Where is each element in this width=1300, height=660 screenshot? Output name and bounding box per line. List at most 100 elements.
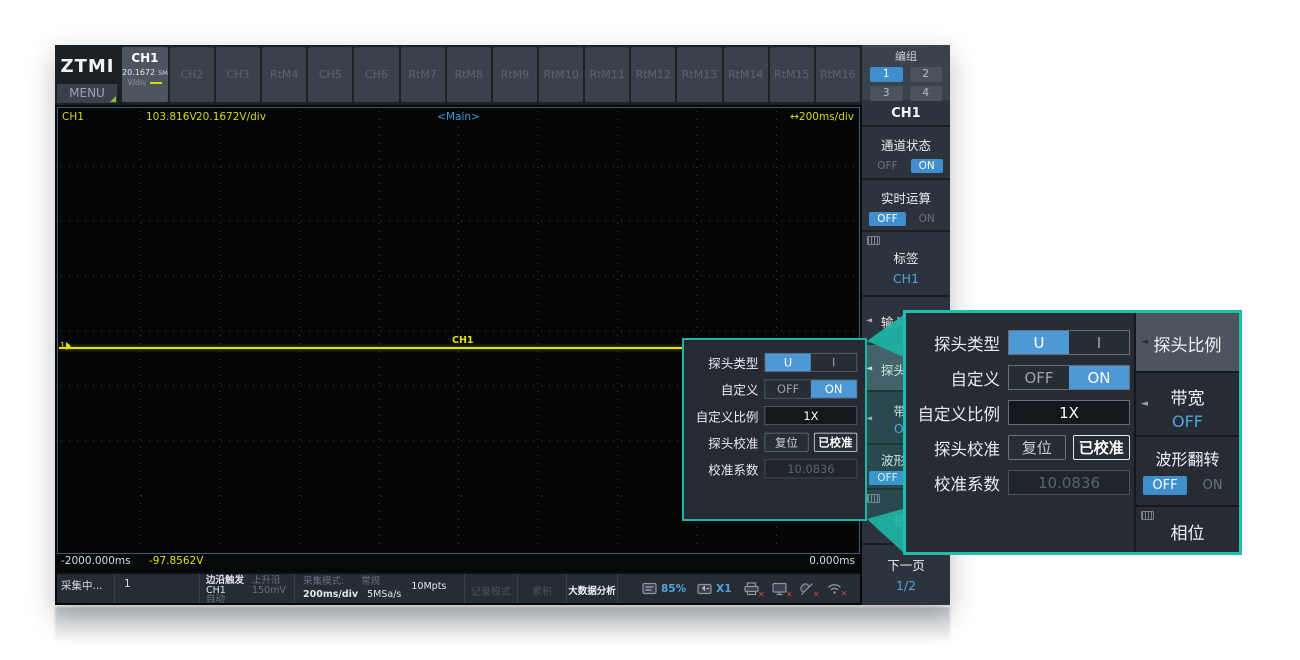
probe-type-i-button[interactable]: I <box>1069 331 1129 354</box>
callout-item-probe-ratio[interactable]: ◄ 探头比例 <box>1136 313 1239 373</box>
sidebar-item-realtime-calc[interactable]: 实时运算 OFF ON <box>862 180 950 232</box>
disconnected-x-icon: ✕ <box>813 590 820 599</box>
tab-rtm9[interactable]: RtM9 <box>493 47 537 102</box>
menu-button-label: MENU <box>69 86 105 100</box>
probe-cal-row: 探头校准 复位 已校准 <box>906 430 1134 465</box>
custom-on-button[interactable]: ON <box>1069 366 1129 389</box>
tab-ch6[interactable]: CH6 <box>354 47 398 102</box>
probe-cal-label: 探头校准 <box>687 433 758 451</box>
cal-coef-label: 校准系数 <box>687 460 758 478</box>
accumulate-button[interactable]: 累积 <box>518 574 567 603</box>
custom-ratio-input[interactable]: 1X <box>1008 400 1130 425</box>
tab-label: RtM9 <box>501 68 529 81</box>
probe-type-i-button[interactable]: I <box>811 354 857 371</box>
callout-menu: ◄ 探头比例 ◄ 带宽 OFF 波形翻转 OFF ON 相位 <box>1134 313 1239 552</box>
disconnected-x-icon: ✕ <box>841 589 848 598</box>
waveform-invert-on[interactable]: ON <box>1194 476 1232 495</box>
tab-label: RtM4 <box>270 68 298 81</box>
custom-row: 自定义 OFF ON <box>687 376 860 403</box>
tab-rtm14[interactable]: RtM14 <box>724 47 768 102</box>
probe-cal-reset-button[interactable]: 复位 <box>1008 435 1066 460</box>
sidebar-item-tag[interactable]: 标签 CH1 <box>862 232 950 297</box>
custom-on-button[interactable]: ON <box>811 380 857 397</box>
trace-label: CH1 <box>452 335 474 346</box>
tab-ch3[interactable]: CH3 <box>216 47 260 102</box>
tab-ch1-value: 20.1672 <box>122 68 155 77</box>
channel-state-on[interactable]: ON <box>911 159 943 173</box>
probe-cal-done-button[interactable]: 已校准 <box>1073 435 1131 460</box>
group-button-3[interactable]: 3 <box>870 86 903 101</box>
next-page-value: 1/2 <box>862 578 950 593</box>
callout-item-bandwidth[interactable]: ◄ 带宽 OFF <box>1136 373 1239 437</box>
waveform-invert-off[interactable]: OFF <box>1143 476 1186 495</box>
zoom-factor: X1 <box>716 583 731 595</box>
waveform-window: <Main> <box>437 111 480 123</box>
custom-label: 自定义 <box>687 380 758 398</box>
tab-rtm12[interactable]: RtM12 <box>631 47 675 102</box>
cal-coef-input: 10.0836 <box>765 459 858 478</box>
custom-ratio-row: 自定义比例 1X <box>906 395 1134 430</box>
custom-label: 自定义 <box>906 366 1000 390</box>
tab-ch5[interactable]: CH5 <box>308 47 352 102</box>
channel-state-off[interactable]: OFF <box>869 159 905 173</box>
trace-level-marker[interactable]: 1 <box>60 341 71 350</box>
realtime-calc-on[interactable]: ON <box>911 212 943 226</box>
callout-item-phase[interactable]: 相位 <box>1136 507 1239 552</box>
record-mode-button[interactable]: 记录模式 <box>465 574 518 603</box>
probe-type-u-button[interactable]: U <box>765 354 811 371</box>
custom-off-button[interactable]: OFF <box>1009 366 1069 389</box>
menu-button[interactable]: MENU <box>57 84 117 103</box>
tab-rtm11[interactable]: RtM11 <box>585 47 629 102</box>
custom-ratio-label: 自定义比例 <box>906 401 1000 425</box>
big-data-analysis-button[interactable]: 大数据分析 <box>567 574 618 603</box>
probe-type-label: 探头类型 <box>687 353 758 371</box>
sidebar-item-channel-state[interactable]: 通道状态 OFF ON <box>862 127 950 180</box>
tab-rtm16[interactable]: RtM16 <box>816 47 860 102</box>
probe-type-u-button[interactable]: U <box>1009 331 1069 354</box>
probe-cal-reset-button[interactable]: 复位 <box>765 433 809 452</box>
waveform-invert-label: 波形翻转 <box>1136 437 1239 470</box>
group-button-2[interactable]: 2 <box>910 67 943 82</box>
trigger-level: 150mV <box>252 586 286 596</box>
time-right: 0.000ms <box>809 555 855 567</box>
custom-off-button[interactable]: OFF <box>765 380 811 397</box>
custom-row: 自定义 OFF ON <box>906 360 1134 395</box>
acquisition-info[interactable]: 采集模式: 常规 200ms/div 5MSa/s 10Mpts <box>295 574 465 603</box>
tab-ch1[interactable]: CH1 20.1672 5M V/div <box>122 47 168 102</box>
tab-rtm7[interactable]: RtM7 <box>401 47 445 102</box>
trace-marker-arrow-icon <box>66 342 71 350</box>
tab-label: RtM7 <box>408 68 436 81</box>
battery-percent: 85% <box>661 583 686 595</box>
realtime-calc-label: 实时运算 <box>862 180 950 207</box>
callout-item-waveform-invert[interactable]: 波形翻转 OFF ON <box>1136 437 1239 507</box>
chevron-left-icon: ◄ <box>1141 337 1148 347</box>
acq-points: 10Mpts <box>411 582 446 592</box>
trigger-info[interactable]: 边沿触发 CH1 自动 上升沿 150mV <box>200 574 295 603</box>
oscilloscope-screen: ZTMI MENU CH1 20.1672 5M V/div <box>55 45 950 605</box>
waveform-channel: CH1 <box>62 111 84 123</box>
waveform-voltage: 103.816V <box>146 111 197 123</box>
probe-settings-popup: 探头类型 U I 自定义 OFF ON 自定义比例 1X <box>682 338 867 521</box>
probe-type-row: 探头类型 U I <box>906 325 1134 360</box>
acquisition-count: 1 <box>115 574 200 603</box>
tab-rtm8[interactable]: RtM8 <box>447 47 491 102</box>
tab-ch1-unit: V/div <box>127 78 146 87</box>
probe-type-label: 探头类型 <box>906 331 1000 355</box>
tab-rtm15[interactable]: RtM15 <box>770 47 814 102</box>
custom-ratio-label: 自定义比例 <box>687 407 758 425</box>
group-button-4[interactable]: 4 <box>910 86 943 101</box>
tab-label: CH3 <box>227 68 250 81</box>
channel-state-label: 通道状态 <box>862 127 950 154</box>
group-button-1[interactable]: 1 <box>870 67 903 82</box>
probe-cal-done-button[interactable]: 已校准 <box>814 433 858 452</box>
realtime-calc-off[interactable]: OFF <box>869 212 905 226</box>
custom-ratio-input[interactable]: 1X <box>765 406 858 425</box>
tab-ch2[interactable]: CH2 <box>170 47 214 102</box>
acq-mode-label: 采集模式: <box>303 576 344 587</box>
keyboard-icon <box>1141 511 1154 520</box>
tab-rtm13[interactable]: RtM13 <box>677 47 721 102</box>
tab-rtm10[interactable]: RtM10 <box>539 47 583 102</box>
storage-icon: 85% <box>642 582 686 595</box>
acquiring-status: 采集中... <box>57 574 115 603</box>
tab-rtm4[interactable]: RtM4 <box>262 47 306 102</box>
